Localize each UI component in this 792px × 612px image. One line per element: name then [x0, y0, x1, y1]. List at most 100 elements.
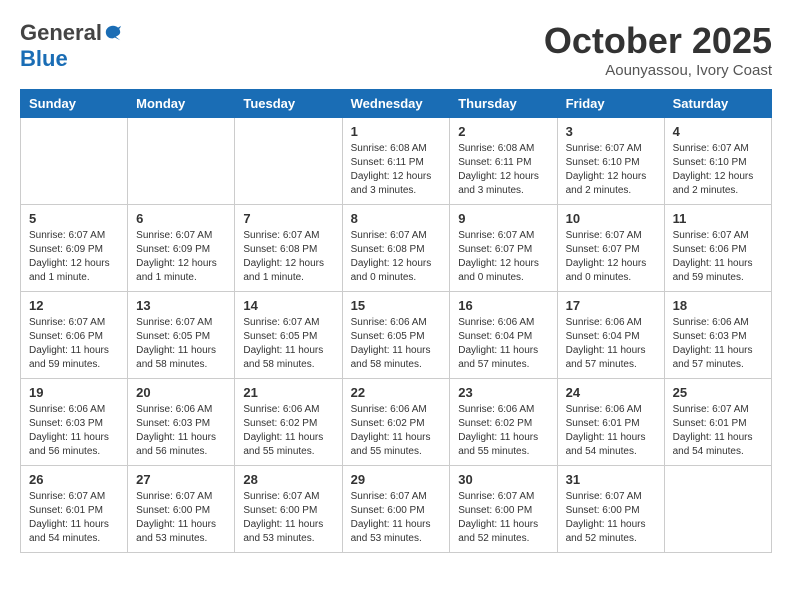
- calendar-cell: [128, 118, 235, 205]
- calendar-cell: 10Sunrise: 6:07 AMSunset: 6:07 PMDayligh…: [557, 205, 664, 292]
- day-info: Sunrise: 6:06 AMSunset: 6:02 PMDaylight:…: [458, 403, 548, 459]
- day-number: 7: [243, 211, 333, 226]
- day-info: Sunrise: 6:07 AMSunset: 6:07 PMDaylight:…: [566, 229, 656, 285]
- day-info: Sunrise: 6:07 AMSunset: 6:10 PMDaylight:…: [566, 142, 656, 198]
- calendar-week-row: 19 Sunrise: 6:06 AMSunset: 6:03 PMDayligh…: [21, 379, 772, 466]
- calendar-header-tuesday: Tuesday: [235, 90, 342, 118]
- logo-general: General: [20, 20, 102, 46]
- calendar-cell: 28 Sunrise: 6:07 AMSunset: 6:00 PMDayligh…: [235, 466, 342, 553]
- day-number: 23: [458, 385, 548, 400]
- day-number: 15: [351, 298, 442, 313]
- calendar-cell: 31 Sunrise: 6:07 AMSunset: 6:00 PMDayligh…: [557, 466, 664, 553]
- calendar-header-row: SundayMondayTuesdayWednesdayThursdayFrid…: [21, 90, 772, 118]
- calendar-cell: 25 Sunrise: 6:07 AMSunset: 6:01 PMDayligh…: [664, 379, 771, 466]
- day-number: 14: [243, 298, 333, 313]
- calendar-cell: 1Sunrise: 6:08 AMSunset: 6:11 PMDaylight…: [342, 118, 450, 205]
- logo-blue: Blue: [20, 46, 68, 72]
- title-section: October 2025 Aounyassou, Ivory Coast: [544, 20, 772, 79]
- calendar-table: SundayMondayTuesdayWednesdayThursdayFrid…: [20, 89, 772, 553]
- day-info: Sunrise: 6:07 AMSunset: 6:00 PMDaylight:…: [136, 490, 226, 546]
- day-info: Sunrise: 6:07 AMSunset: 6:05 PMDaylight:…: [243, 316, 333, 372]
- calendar-cell: 19 Sunrise: 6:06 AMSunset: 6:03 PMDayligh…: [21, 379, 128, 466]
- day-number: 31: [566, 472, 656, 487]
- calendar-header-saturday: Saturday: [664, 90, 771, 118]
- calendar-week-row: 12Sunrise: 6:07 AMSunset: 6:06 PMDayligh…: [21, 292, 772, 379]
- calendar-cell: 20 Sunrise: 6:06 AMSunset: 6:03 PMDayligh…: [128, 379, 235, 466]
- calendar-cell: 30Sunrise: 6:07 AMSunset: 6:00 PMDayligh…: [450, 466, 557, 553]
- calendar-cell: 2 Sunrise: 6:08 AMSunset: 6:11 PMDaylight…: [450, 118, 557, 205]
- day-number: 24: [566, 385, 656, 400]
- day-number: 1: [351, 124, 442, 139]
- calendar-header-wednesday: Wednesday: [342, 90, 450, 118]
- calendar-cell: 12Sunrise: 6:07 AMSunset: 6:06 PMDayligh…: [21, 292, 128, 379]
- day-number: 30: [458, 472, 548, 487]
- day-number: 28: [243, 472, 333, 487]
- day-number: 18: [673, 298, 763, 313]
- day-number: 17: [566, 298, 656, 313]
- day-info: Sunrise: 6:06 AMSunset: 6:04 PMDaylight:…: [458, 316, 548, 372]
- day-info: Sunrise: 6:07 AMSunset: 6:08 PMDaylight:…: [351, 229, 442, 285]
- calendar-cell: 21 Sunrise: 6:06 AMSunset: 6:02 PMDayligh…: [235, 379, 342, 466]
- day-number: 2: [458, 124, 548, 139]
- calendar-cell: 29 Sunrise: 6:07 AMSunset: 6:00 PMDayligh…: [342, 466, 450, 553]
- day-number: 20: [136, 385, 226, 400]
- day-number: 19: [29, 385, 119, 400]
- calendar-cell: 8Sunrise: 6:07 AMSunset: 6:08 PMDaylight…: [342, 205, 450, 292]
- calendar-cell: 17Sunrise: 6:06 AMSunset: 6:04 PMDayligh…: [557, 292, 664, 379]
- day-info: Sunrise: 6:06 AMSunset: 6:03 PMDaylight:…: [29, 403, 119, 459]
- calendar-week-row: 5 Sunrise: 6:07 AMSunset: 6:09 PMDaylight…: [21, 205, 772, 292]
- day-info: Sunrise: 6:06 AMSunset: 6:02 PMDaylight:…: [243, 403, 333, 459]
- day-info: Sunrise: 6:06 AMSunset: 6:02 PMDaylight:…: [351, 403, 442, 459]
- day-info: Sunrise: 6:07 AMSunset: 6:05 PMDaylight:…: [136, 316, 226, 372]
- calendar-cell: 4 Sunrise: 6:07 AMSunset: 6:10 PMDaylight…: [664, 118, 771, 205]
- month-title: October 2025: [544, 20, 772, 62]
- day-info: Sunrise: 6:07 AMSunset: 6:10 PMDaylight:…: [673, 142, 763, 198]
- day-info: Sunrise: 6:06 AMSunset: 6:03 PMDaylight:…: [673, 316, 763, 372]
- day-number: 25: [673, 385, 763, 400]
- day-info: Sunrise: 6:07 AMSunset: 6:00 PMDaylight:…: [243, 490, 333, 546]
- page-header: General Blue October 2025 Aounyassou, Iv…: [20, 20, 772, 79]
- day-number: 6: [136, 211, 226, 226]
- location: Aounyassou, Ivory Coast: [544, 62, 772, 79]
- calendar-header-monday: Monday: [128, 90, 235, 118]
- day-number: 22: [351, 385, 442, 400]
- logo: General Blue: [20, 20, 122, 72]
- day-number: 9: [458, 211, 548, 226]
- calendar-week-row: 26Sunrise: 6:07 AMSunset: 6:01 PMDayligh…: [21, 466, 772, 553]
- calendar-cell: 11 Sunrise: 6:07 AMSunset: 6:06 PMDayligh…: [664, 205, 771, 292]
- calendar-cell: 7 Sunrise: 6:07 AMSunset: 6:08 PMDaylight…: [235, 205, 342, 292]
- day-info: Sunrise: 6:07 AMSunset: 6:09 PMDaylight:…: [136, 229, 226, 285]
- calendar-cell: 23 Sunrise: 6:06 AMSunset: 6:02 PMDayligh…: [450, 379, 557, 466]
- day-info: Sunrise: 6:06 AMSunset: 6:03 PMDaylight:…: [136, 403, 226, 459]
- calendar-cell: 26Sunrise: 6:07 AMSunset: 6:01 PMDayligh…: [21, 466, 128, 553]
- day-number: 12: [29, 298, 119, 313]
- day-number: 4: [673, 124, 763, 139]
- calendar-cell: 22 Sunrise: 6:06 AMSunset: 6:02 PMDayligh…: [342, 379, 450, 466]
- calendar-cell: 5Sunrise: 6:07 AMSunset: 6:09 PMDaylight…: [21, 205, 128, 292]
- day-number: 5: [29, 211, 119, 226]
- day-info: Sunrise: 6:08 AMSunset: 6:11 PMDaylight:…: [458, 142, 548, 198]
- calendar-cell: 6 Sunrise: 6:07 AMSunset: 6:09 PMDaylight…: [128, 205, 235, 292]
- calendar-cell: 9Sunrise: 6:07 AMSunset: 6:07 PMDaylight…: [450, 205, 557, 292]
- day-number: 11: [673, 211, 763, 226]
- day-number: 27: [136, 472, 226, 487]
- day-info: Sunrise: 6:07 AMSunset: 6:01 PMDaylight:…: [29, 490, 119, 546]
- calendar-cell: 18 Sunrise: 6:06 AMSunset: 6:03 PMDayligh…: [664, 292, 771, 379]
- logo-bird-icon: [104, 24, 122, 42]
- calendar-cell: [235, 118, 342, 205]
- day-info: Sunrise: 6:07 AMSunset: 6:00 PMDaylight:…: [566, 490, 656, 546]
- day-number: 29: [351, 472, 442, 487]
- calendar-cell: 3Sunrise: 6:07 AMSunset: 6:10 PMDaylight…: [557, 118, 664, 205]
- day-info: Sunrise: 6:07 AMSunset: 6:01 PMDaylight:…: [673, 403, 763, 459]
- day-info: Sunrise: 6:07 AMSunset: 6:00 PMDaylight:…: [351, 490, 442, 546]
- day-number: 21: [243, 385, 333, 400]
- calendar-cell: 13Sunrise: 6:07 AMSunset: 6:05 PMDayligh…: [128, 292, 235, 379]
- calendar-cell: [664, 466, 771, 553]
- day-info: Sunrise: 6:07 AMSunset: 6:06 PMDaylight:…: [673, 229, 763, 285]
- calendar-header-thursday: Thursday: [450, 90, 557, 118]
- day-info: Sunrise: 6:07 AMSunset: 6:08 PMDaylight:…: [243, 229, 333, 285]
- day-info: Sunrise: 6:06 AMSunset: 6:01 PMDaylight:…: [566, 403, 656, 459]
- day-number: 16: [458, 298, 548, 313]
- calendar-cell: 27 Sunrise: 6:07 AMSunset: 6:00 PMDayligh…: [128, 466, 235, 553]
- calendar-cell: 16 Sunrise: 6:06 AMSunset: 6:04 PMDayligh…: [450, 292, 557, 379]
